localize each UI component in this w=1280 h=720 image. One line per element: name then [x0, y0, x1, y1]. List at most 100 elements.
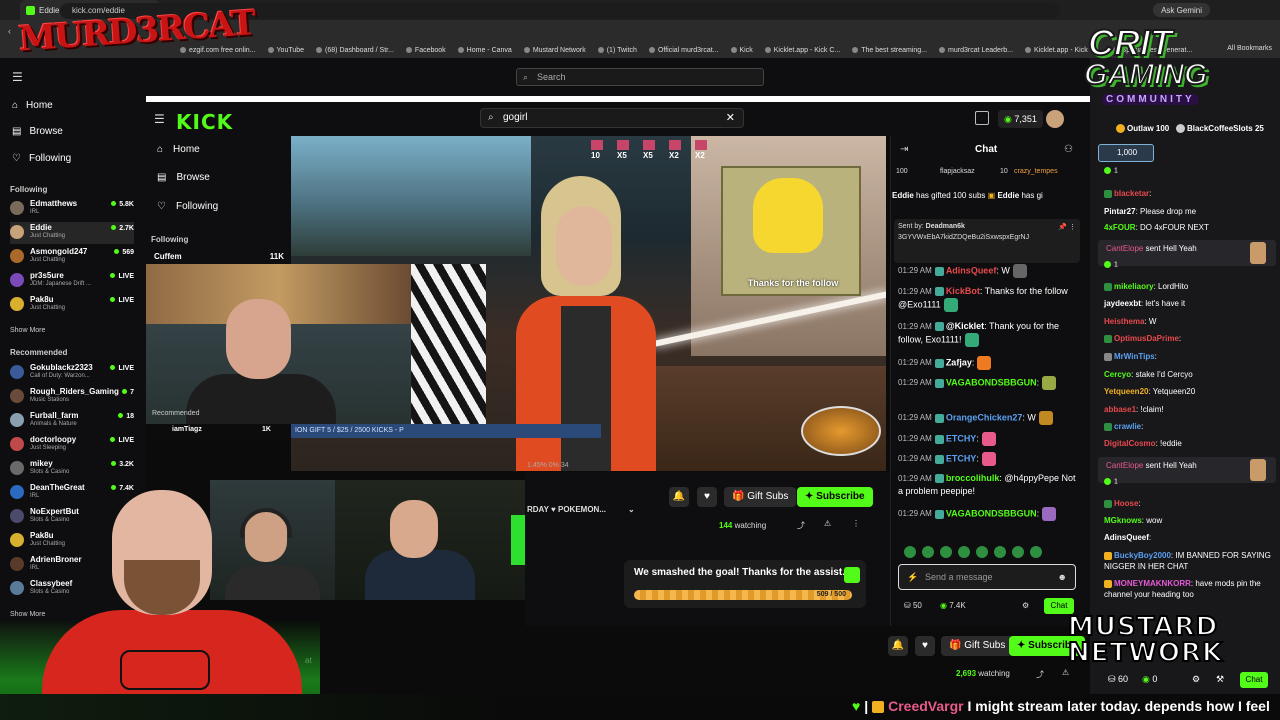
chat-users-icon[interactable]: ⚇	[1064, 144, 1073, 155]
nav-browse[interactable]: ▤ Browse	[12, 126, 63, 137]
chat-timestamp: 01:29 AM	[898, 434, 932, 444]
bookmark-item[interactable]: Mustard Network	[523, 47, 586, 54]
kick-logo[interactable]: KICK	[176, 110, 233, 134]
notification-bell-icon-2[interactable]: 🔔	[888, 636, 908, 656]
inner-menu-icon[interactable]: ☰	[154, 112, 165, 126]
chat-username[interactable]: @Kicklet	[946, 321, 984, 331]
pip-strip: Recommended iamTiagz 1K ION GIFT 5 / $25…	[146, 410, 601, 438]
share-icon[interactable]: ⤴	[797, 520, 805, 531]
follow-heart-icon-2[interactable]: ♥	[915, 636, 935, 656]
sidebar-channel[interactable]: Gokublackz2323 Call of Duty: Warzon... LIV…	[10, 362, 134, 384]
overlay-points-value: 60	[1118, 674, 1129, 684]
notification-bell-icon[interactable]: 🔔	[669, 487, 689, 507]
chat-username[interactable]: VAGABONDSBBGUN	[946, 508, 1037, 518]
channel-category: Animals & Nature	[30, 421, 77, 427]
bookmark-item[interactable]: Official murd3rcat...	[648, 47, 719, 54]
sidebar-channel[interactable]: Eddie Just Chatting 2.7K	[10, 222, 134, 244]
subscribe-button[interactable]: ✦ Subscribe	[797, 487, 873, 507]
bookmark-item[interactable]: (68) Dashboard / Str...	[316, 47, 394, 54]
share-icon-2[interactable]: ⤴	[1036, 669, 1044, 680]
show-more-following[interactable]: Show More	[10, 327, 45, 334]
channel-avatar	[10, 249, 24, 263]
user-avatar[interactable]	[1046, 110, 1064, 128]
sidebar-channel[interactable]: Asmongold247 Just Chatting 569	[10, 246, 134, 268]
nav-following[interactable]: ♡ Following	[12, 153, 71, 164]
report-icon[interactable]: ⚠	[824, 519, 831, 528]
chat-username[interactable]: ETCHY	[946, 433, 977, 443]
video-stat: 1.45% 0% 34	[527, 462, 569, 469]
overlay-settings-icon[interactable]: ⚙	[1192, 674, 1200, 685]
bookmark-item[interactable]: (1) Twitch	[597, 46, 637, 54]
gift-subs-button[interactable]: 🎁 Gift Subs	[724, 487, 797, 507]
overlay-points[interactable]: ⛁ 60	[1108, 674, 1128, 685]
clear-search-icon[interactable]: ✕	[726, 109, 735, 127]
chat-username[interactable]: AdinsQueef	[946, 265, 997, 275]
browse-icon: ▤	[12, 126, 22, 137]
sidebar-channel[interactable]: doctorloopy Just Sleeping LIVE	[10, 434, 134, 456]
sidebar-channel[interactable]: Furball_farm Animals & Nature 18	[10, 410, 134, 432]
overlay-chat-button[interactable]: Chat	[1240, 672, 1268, 688]
pin-icon[interactable]: 📌 ⋮	[1058, 223, 1076, 231]
goal-value: 509 / 500	[816, 591, 846, 598]
chat-ticker: ♥ | CreedVargr I might stream later today…	[0, 694, 1280, 720]
outer-search-input[interactable]: ⌕ Search	[516, 68, 764, 86]
chat-message: 01:29 AM VAGABONDSBBGUN:	[898, 376, 1078, 390]
bookmark-item[interactable]: Facebook	[405, 47, 446, 54]
chat-username[interactable]: VAGABONDSBBGUN	[946, 377, 1037, 387]
chat-kicks[interactable]: ◉ 7.4K	[940, 601, 966, 610]
ticker-text: I might stream later today. depends how …	[967, 698, 1270, 714]
bookmark-item[interactable]: The best streaming...	[852, 47, 927, 54]
collapse-chat-icon[interactable]: ⇥	[900, 144, 908, 155]
chevron-down-icon[interactable]: ⌄	[628, 505, 635, 514]
bookmark-item[interactable]: Kick	[730, 47, 753, 54]
bolt-icon[interactable]: ⚡	[907, 565, 918, 589]
pinned-message: Sent by: Deadman6k 📌 ⋮ 3GYVWxEbA7kidZDQe…	[894, 219, 1080, 263]
bookmark-favicon-icon	[597, 46, 604, 53]
kick-points[interactable]: ◉ 7,351	[998, 110, 1043, 128]
cuffem-viewers: 11K	[269, 252, 284, 261]
sidebar-channel[interactable]: Pak8u Just Chatting LIVE	[10, 294, 134, 316]
chip-count: 1	[1104, 167, 1118, 174]
chat-timestamp: 01:29 AM	[898, 378, 932, 388]
inner-nav-following[interactable]: ♡ Following	[157, 201, 218, 212]
bookmark-item[interactable]: Home - Canva	[457, 47, 512, 54]
bookmark-item[interactable]: YouTube	[267, 46, 304, 54]
stream-manager-icon[interactable]	[975, 111, 989, 125]
inner-nav-home[interactable]: ⌂ Home	[157, 144, 200, 155]
chat-username[interactable]: Zafjay	[946, 357, 972, 367]
overlay-tools-icon[interactable]: ⚒	[1216, 674, 1224, 685]
bookmark-item[interactable]: murd3rcat Leaderb...	[939, 47, 1013, 54]
more-options-icon[interactable]: ⋮	[852, 519, 860, 528]
follow-heart-icon[interactable]: ♥	[697, 487, 717, 507]
overlay-chat-message: MGknows: wow	[1104, 515, 1276, 526]
chat-message-input[interactable]: ⚡ Send a message ☻	[898, 564, 1076, 590]
bookmark-favicon-icon	[267, 46, 274, 53]
back-icon[interactable]: ‹	[8, 26, 11, 36]
ask-gemini-button[interactable]: Ask Gemini	[1153, 3, 1210, 17]
sidebar-channel[interactable]: Edmatthews IRL 5.8K	[10, 198, 134, 220]
sub-goal-icons: 10 X5 X5 X2 X2	[591, 140, 707, 160]
iamtiagz-name[interactable]: iamTiagz	[172, 426, 202, 433]
overlay-kicks[interactable]: ◉ 0	[1142, 674, 1157, 685]
nav-home[interactable]: ⌂ Home	[12, 100, 53, 111]
sidebar-item-cuffem[interactable]: Cuffem 11K	[154, 252, 284, 261]
gifter-2-name: crazy_tempes	[1014, 168, 1058, 175]
chat-timestamp: 01:29 AM	[898, 413, 932, 423]
chat-username[interactable]: broccolihulk	[946, 473, 1000, 483]
bookmark-item[interactable]: Kicklet.app - Kick C...	[764, 47, 840, 54]
sidebar-channel[interactable]: Rough_Riders_Gaming Music Stations 7	[10, 386, 134, 408]
overlay-chat-username: Cercyo	[1104, 370, 1132, 379]
chat-username[interactable]: ETCHY	[946, 453, 977, 463]
channel-name: Eddie	[30, 223, 52, 232]
chat-username[interactable]: KickBot	[946, 286, 980, 296]
gift-subs-button-2[interactable]: 🎁 Gift Subs	[941, 636, 1014, 656]
chat-settings-icon[interactable]: ⚙	[1022, 601, 1029, 610]
chat-username[interactable]: OrangeChicken27	[946, 412, 1023, 422]
chat-points[interactable]: ⛁ 50	[904, 601, 922, 610]
inner-search-input[interactable]: ⌕ gogirl ✕	[480, 108, 744, 128]
follow-alert: Thanks for the follow	[721, 166, 861, 296]
inner-nav-browse[interactable]: ▤ Browse	[157, 172, 210, 183]
sidebar-channel[interactable]: pr3s5ure JDM: Japanese Drift ... LIVE	[10, 270, 134, 292]
emoji-icon[interactable]: ☻	[1058, 565, 1067, 589]
heart-icon: ♥	[852, 698, 861, 714]
